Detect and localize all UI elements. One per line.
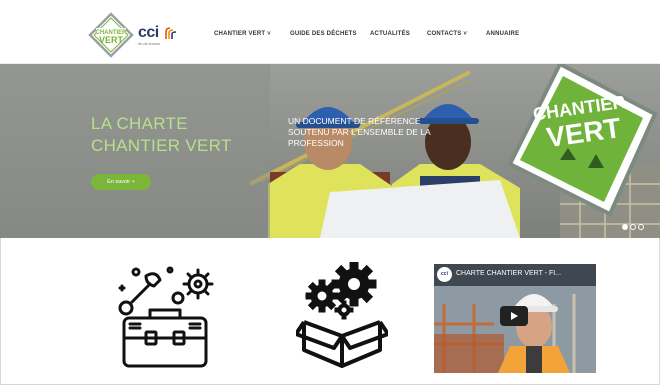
video-title: CHARTE CHANTIER VERT - FI... (456, 270, 562, 277)
hero-title: LA CHARTE CHANTIER VERT (91, 113, 232, 157)
slider-dot-1[interactable] (622, 224, 628, 230)
play-icon[interactable] (500, 306, 528, 326)
chevron-down-icon: ˅ (463, 31, 468, 37)
nav-label: GUIDE DES DÉCHETS (290, 31, 357, 37)
slider-dot-3[interactable] (638, 224, 644, 230)
nav-item-guide-dechets[interactable]: GUIDE DES DÉCHETS (290, 31, 357, 37)
chantier-vert-logo[interactable]: CHANTIER VERT (88, 12, 134, 58)
toolbox-gears-icon[interactable] (110, 262, 220, 372)
video-channel-icon: cci (437, 267, 452, 282)
cci-mark-icon (165, 27, 177, 39)
nav-item-chantier-vert[interactable]: CHANTIER VERT ˅ (214, 31, 271, 37)
nav-label: ACTUALITÉS (370, 31, 410, 37)
slider-dots (622, 224, 644, 230)
cci-logo-text: cci (138, 24, 159, 41)
hero-subtitle: UN DOCUMENT DE RÉFÉRENCE SOUTENU PAR L'E… (288, 116, 468, 149)
cci-sub-text: ile-de-france (138, 41, 161, 46)
hero-title-line1: LA CHARTE (91, 114, 188, 133)
nav-item-contacts[interactable]: CONTACTS ˅ (427, 31, 467, 37)
hero-subtitle-line2: SOUTENU PAR L'ENSEMBLE DE LA (288, 127, 431, 137)
gears-box-icon[interactable] (296, 262, 388, 370)
large-gear (331, 262, 377, 307)
chevron-down-icon: ˅ (267, 31, 271, 37)
hero-slider: CHANTIER VERT LA CHARTE CHANTIER VERT UN… (0, 64, 660, 238)
nav-item-actualites[interactable]: ACTUALITÉS (370, 31, 410, 37)
hero-subtitle-line3: PROFESSION (288, 138, 344, 148)
learn-more-button[interactable]: En savoir + (91, 174, 151, 190)
slider-dot-2[interactable] (630, 224, 636, 230)
hero-subtitle-line1: UN DOCUMENT DE RÉFÉRENCE (288, 116, 421, 126)
site-header: CHANTIER VERT cci ile-de-france CHANTIER… (0, 0, 660, 64)
nav-label: ANNUAIRE (486, 31, 520, 37)
hero-title-line2: CHANTIER VERT (91, 136, 232, 155)
cci-logo[interactable]: cci ile-de-france (138, 24, 177, 48)
logo-text-line2: VERT (99, 35, 124, 45)
nav-label: CHANTIER VERT (214, 31, 266, 37)
nav-item-annuaire[interactable]: ANNUAIRE (486, 31, 519, 37)
nav-label: CONTACTS (427, 31, 462, 37)
